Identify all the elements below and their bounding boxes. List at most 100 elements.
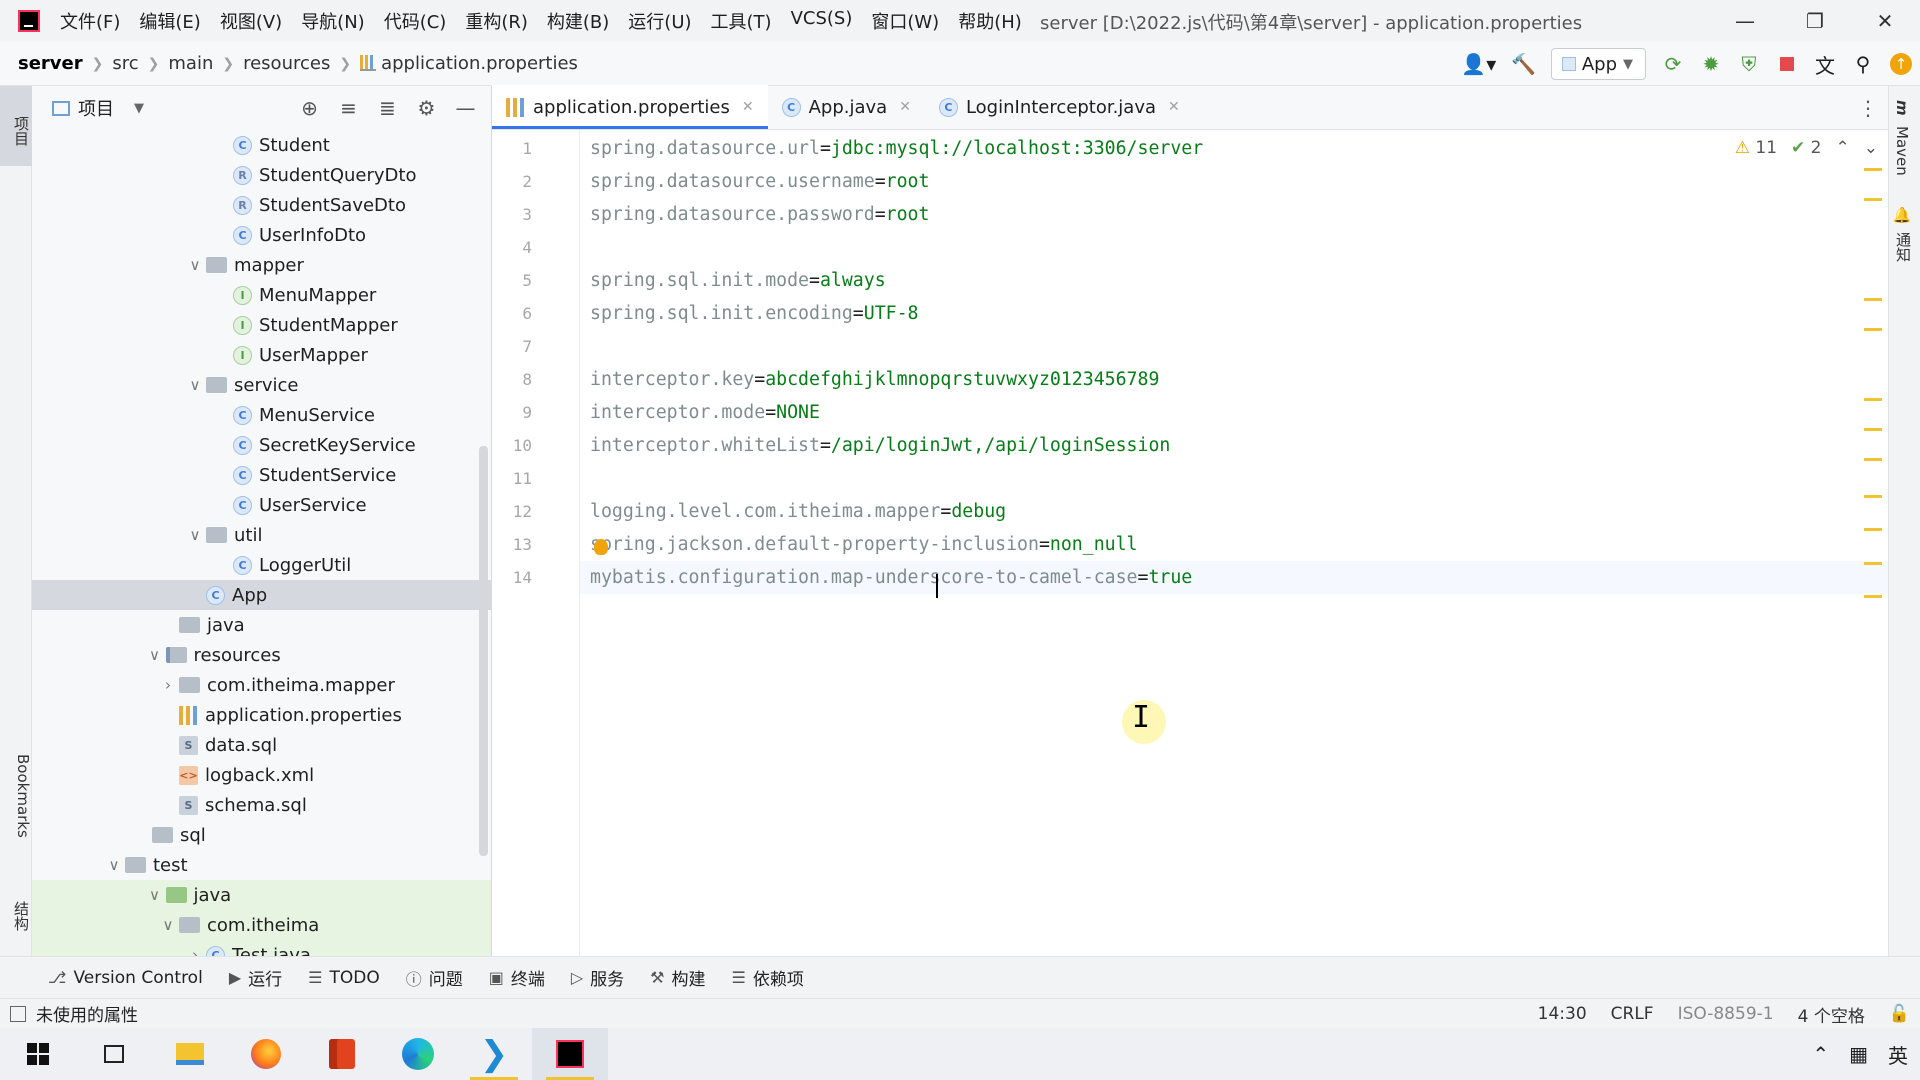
warning-stripe-mark[interactable]	[1864, 328, 1882, 331]
tool-window-0[interactable]: ⎇ Version Control	[48, 968, 203, 988]
chevron-down-icon[interactable]: ∨	[103, 856, 125, 874]
breadcrumb-item[interactable]: resources	[243, 53, 330, 74]
tree-file-row[interactable]: Sdata.sql	[32, 730, 491, 760]
editor-tab[interactable]: application.properties ✕	[492, 85, 768, 129]
task-view-icon[interactable]	[76, 1028, 152, 1080]
file-encoding[interactable]: ISO-8859-1	[1678, 1004, 1774, 1024]
tree-file-row[interactable]: C UserService	[32, 490, 491, 520]
tree-file-row[interactable]: C App	[32, 580, 491, 610]
lock-icon[interactable]: 🔓	[1889, 1004, 1910, 1024]
chevron-up-icon[interactable]: ⌃	[1812, 1042, 1829, 1066]
warning-stripe-mark[interactable]	[1864, 495, 1882, 498]
tree-file-row[interactable]: R StudentSaveDto	[32, 190, 491, 220]
breadcrumb-item[interactable]: application.properties	[360, 53, 578, 74]
maven-tool-button[interactable]: Maven	[1893, 126, 1911, 176]
code-line[interactable]: logging.level.com.itheima.mapper = debug	[590, 495, 1006, 528]
tree-file-row[interactable]: C UserInfoDto	[32, 220, 491, 250]
language-indicator[interactable]: 英	[1888, 1040, 1908, 1069]
warning-stripe-mark[interactable]	[1864, 298, 1882, 301]
tree-folder-row[interactable]: sql	[32, 820, 491, 850]
windows-start-icon[interactable]	[0, 1028, 76, 1080]
tree-file-row[interactable]: I StudentMapper	[32, 310, 491, 340]
file-explorer-icon[interactable]	[152, 1028, 228, 1080]
close-icon[interactable]: ✕	[1850, 0, 1920, 42]
tree-folder-row[interactable]: ∨ test	[32, 850, 491, 880]
chevron-up-icon[interactable]: ⌃	[1836, 138, 1850, 158]
chevron-down-icon[interactable]: ∨	[184, 526, 206, 544]
indent-setting[interactable]: 4 个空格	[1798, 1002, 1865, 1027]
tool-window-3[interactable]: ⓘ 问题	[406, 965, 463, 991]
tool-window-2[interactable]: ☰ TODO	[308, 968, 380, 988]
editor-tab[interactable]: C LoginInterceptor.java ✕	[925, 85, 1194, 129]
tree-folder-row[interactable]: ∨ resources	[32, 640, 491, 670]
gear-icon[interactable]: ⚙	[407, 96, 446, 120]
menu-item-9[interactable]: VCS(S)	[791, 8, 853, 34]
chevron-down-icon[interactable]: ∨	[184, 256, 206, 274]
build-hammer-icon[interactable]: 🔨	[1505, 42, 1543, 86]
tree-file-row[interactable]: C LoggerUtil	[32, 550, 491, 580]
collapse-all-icon[interactable]: ≣	[368, 96, 407, 120]
caret-position[interactable]: 14:30	[1538, 1004, 1587, 1024]
chevron-right-icon[interactable]: ›	[184, 946, 206, 956]
run-config-select[interactable]: App ▼	[1550, 48, 1646, 80]
toggle-panel-icon[interactable]	[10, 1005, 26, 1022]
code-editor[interactable]: 1 2 3 4 5 6 7 8 9 10 11 12 13 14 spring.datasource.ur…	[492, 130, 1888, 956]
menu-item-4[interactable]: 代码(C)	[384, 8, 447, 34]
firefox-icon[interactable]	[228, 1028, 304, 1080]
user-icon[interactable]: 👤▾	[1453, 42, 1505, 86]
menu-item-6[interactable]: 构建(B)	[547, 8, 609, 34]
warning-stripe-mark[interactable]	[1864, 398, 1882, 401]
menu-item-0[interactable]: 文件(F)	[60, 8, 120, 34]
structure-tool-button[interactable]: 结构	[0, 886, 32, 946]
chevron-down-icon[interactable]: ∨	[184, 376, 206, 394]
code-line[interactable]: interceptor.key = abcdefghijklmnopqrstuvwx…	[590, 363, 1159, 396]
tree-scrollbar[interactable]	[479, 446, 488, 856]
warning-stripe-mark[interactable]	[1864, 595, 1882, 598]
debug-icon[interactable]: ✹	[1692, 42, 1730, 86]
project-panel-title[interactable]: 项目	[78, 95, 114, 121]
close-icon[interactable]: ✕	[1168, 99, 1180, 115]
tree-folder-row[interactable]: ∨ service	[32, 370, 491, 400]
tree-file-row[interactable]: C SecretKeyService	[32, 430, 491, 460]
tree-folder-row[interactable]: ∨ util	[32, 520, 491, 550]
menu-item-2[interactable]: 视图(V)	[220, 8, 282, 34]
tree-file-row[interactable]: application.properties	[32, 700, 491, 730]
menu-item-1[interactable]: 编辑(E)	[139, 8, 200, 34]
warning-stripe-mark[interactable]	[1864, 458, 1882, 461]
intellij-taskbar-icon[interactable]	[532, 1028, 608, 1080]
chevron-down-icon[interactable]: ▼	[134, 101, 144, 116]
chevron-right-icon[interactable]: ›	[157, 676, 179, 694]
chevron-down-icon[interactable]: ∨	[144, 646, 166, 664]
tool-window-7[interactable]: ☰ 依赖项	[732, 965, 804, 990]
office-icon[interactable]	[304, 1028, 380, 1080]
intellij-logo-icon[interactable]	[18, 10, 40, 32]
notifications-tool-button[interactable]: 通知	[1893, 232, 1914, 262]
menu-item-5[interactable]: 重构(R)	[465, 8, 528, 34]
vscode-icon[interactable]: ❯	[456, 1028, 532, 1080]
tree-file-row[interactable]: <> logback.xml	[32, 760, 491, 790]
tree-folder-row[interactable]: ∨ java	[32, 880, 491, 910]
tree-file-row[interactable]: C MenuService	[32, 400, 491, 430]
tree-folder-row[interactable]: ∨ mapper	[32, 250, 491, 280]
tree-file-row[interactable]: R StudentQueryDto	[32, 160, 491, 190]
warning-stripe-mark[interactable]	[1864, 562, 1882, 565]
expand-all-icon[interactable]: ≡	[329, 96, 368, 120]
tree-file-row[interactable]: C StudentService	[32, 460, 491, 490]
menu-item-8[interactable]: 工具(T)	[711, 8, 772, 34]
restore-icon[interactable]: ❐	[1780, 0, 1850, 42]
code-line[interactable]: spring.sql.init.mode = always	[590, 264, 886, 297]
tree-file-row[interactable]: › C Test.java	[32, 940, 491, 956]
breadcrumb-item[interactable]: src	[112, 53, 138, 74]
code-line[interactable]: mybatis.configuration.map-underscore-to-…	[590, 561, 1192, 594]
warning-stripe-mark[interactable]	[1864, 428, 1882, 431]
code-line[interactable]: interceptor.whiteList =/api/loginJwt,/api…	[590, 429, 1170, 462]
close-icon[interactable]: ✕	[742, 99, 754, 115]
translate-icon[interactable]: 文	[1806, 42, 1844, 86]
tree-folder-row[interactable]: › com.itheima.mapper	[32, 670, 491, 700]
warning-stripe-mark[interactable]	[1864, 168, 1882, 171]
code-line[interactable]: spring.jackson.default-property-inclusio…	[590, 528, 1138, 561]
coverage-icon[interactable]: ⛨	[1730, 42, 1768, 86]
code-line[interactable]: spring.datasource.url = jdbc:mysql://local…	[590, 132, 1203, 165]
breadcrumb-item[interactable]: main	[168, 53, 213, 74]
search-icon[interactable]: ⚲	[1844, 42, 1882, 86]
